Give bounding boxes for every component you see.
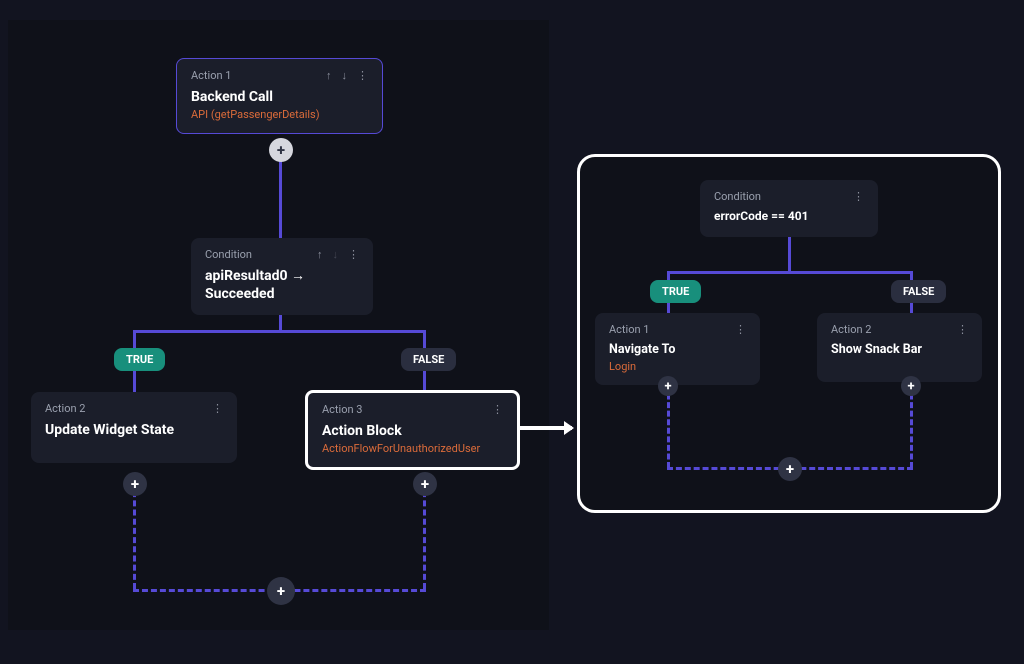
connector-line: [667, 271, 913, 274]
false-pill: FALSE: [401, 348, 456, 371]
condition-title: apiResultad0 → Succeeded: [205, 267, 359, 303]
right-condition-title: errorCode == 401: [714, 209, 864, 225]
right-action1-card[interactable]: Action 1 ⋮ Navigate To Login: [595, 313, 760, 385]
action2-card[interactable]: Action 2 ⋮ Update Widget State: [31, 392, 237, 463]
action3-title: Action Block: [322, 422, 503, 440]
dashed-connector: [667, 385, 670, 468]
condition-controls: ↑ ↓ ⋮: [317, 248, 359, 261]
action2-title: Update Widget State: [45, 421, 223, 439]
dashed-connector: [133, 482, 136, 589]
move-down-icon: ↓: [333, 248, 339, 261]
true-pill: TRUE: [650, 280, 701, 303]
false-pill: FALSE: [891, 280, 946, 303]
more-icon[interactable]: ⋮: [357, 69, 368, 82]
action1-title: Backend Call: [191, 88, 368, 106]
move-down-icon[interactable]: ↓: [342, 69, 348, 82]
action1-card[interactable]: Action 1 ↑ ↓ ⋮ Backend Call API (getPass…: [176, 58, 383, 134]
more-icon[interactable]: ⋮: [853, 190, 864, 203]
more-icon[interactable]: ⋮: [492, 403, 503, 416]
right-condition-card[interactable]: Condition ⋮ errorCode == 401: [700, 180, 878, 237]
dashed-connector: [910, 385, 913, 468]
action1-controls: ↑ ↓ ⋮: [326, 69, 368, 82]
right-flow-panel: Condition ⋮ errorCode == 401 TRUE FALSE …: [577, 154, 1001, 513]
right-action2-title: Show Snack Bar: [831, 342, 968, 358]
more-icon[interactable]: ⋮: [735, 323, 746, 336]
add-node-button[interactable]: +: [269, 138, 293, 162]
right-action1-sub: Login: [609, 360, 746, 373]
action3-sub: ActionFlowForUnauthorizedUser: [322, 442, 503, 455]
true-pill: TRUE: [114, 348, 165, 371]
add-node-button[interactable]: +: [901, 376, 921, 396]
more-icon[interactable]: ⋮: [348, 248, 359, 261]
action1-label: Action 1: [191, 69, 231, 82]
right-action1-label: Action 1: [609, 323, 649, 336]
right-action2-label: Action 2: [831, 323, 871, 336]
move-up-icon[interactable]: ↑: [317, 248, 323, 261]
add-node-button[interactable]: +: [413, 472, 437, 496]
add-node-button[interactable]: +: [658, 376, 678, 396]
right-action2-card[interactable]: Action 2 ⋮ Show Snack Bar: [817, 313, 982, 382]
more-icon[interactable]: ⋮: [957, 323, 968, 336]
action2-label: Action 2: [45, 402, 85, 415]
action3-card[interactable]: Action 3 ⋮ Action Block ActionFlowForUna…: [305, 390, 520, 470]
move-up-icon[interactable]: ↑: [326, 69, 332, 82]
right-condition-label: Condition: [714, 190, 761, 203]
dashed-connector: [423, 482, 426, 589]
action1-sub: API (getPassengerDetails): [191, 108, 368, 121]
connector-line: [133, 330, 426, 333]
merge-add-button[interactable]: +: [267, 577, 295, 605]
right-action1-title: Navigate To: [609, 342, 746, 358]
action3-label: Action 3: [322, 403, 362, 416]
condition-label: Condition: [205, 248, 252, 261]
add-node-button[interactable]: +: [123, 472, 147, 496]
left-flow-canvas: Action 1 ↑ ↓ ⋮ Backend Call API (getPass…: [8, 20, 549, 630]
condition-card[interactable]: Condition ↑ ↓ ⋮ apiResultad0 → Succeeded: [191, 238, 373, 315]
merge-add-button[interactable]: +: [778, 457, 802, 481]
flow-arrow: [520, 426, 572, 430]
more-icon[interactable]: ⋮: [212, 402, 223, 415]
